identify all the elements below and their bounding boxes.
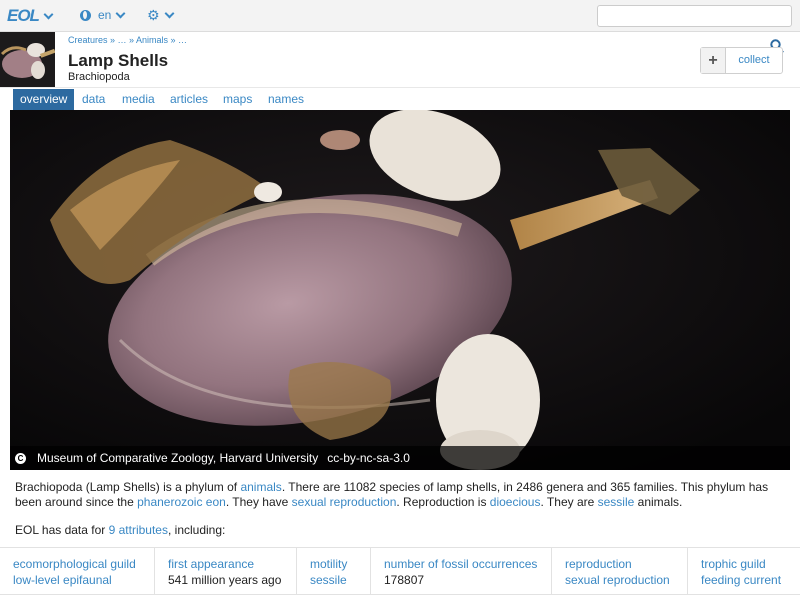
tab-bar: overview data media articles maps names [0,87,800,111]
link-phanerozoic-eon[interactable]: phanerozoic eon [137,495,226,509]
link-animals[interactable]: animals [240,480,281,494]
link-sessile[interactable]: sessile [598,495,635,509]
summary-text: . Reproduction is [396,495,490,509]
attribute-name[interactable]: reproduction [565,556,687,572]
settings-menu[interactable]: ⚙ [147,7,175,24]
attribute-value: 178807 [384,573,425,587]
tab-media[interactable]: media [115,89,162,111]
summary-text: . They are [540,495,598,509]
attribute-name[interactable]: number of fossil occurrences [384,556,551,572]
tab-data[interactable]: data [75,89,112,111]
tab-maps[interactable]: maps [216,89,259,111]
attribute-name[interactable]: first appearance [168,556,296,572]
chevron-down-icon [115,8,126,18]
hero-image[interactable]: C Museum of Comparative Zoology, Harvard… [10,110,790,470]
attribute-value[interactable]: feeding current [701,572,800,588]
tab-overview[interactable]: overview [13,89,75,111]
page-title: Lamp Shells [68,51,169,70]
image-caption: C Museum of Comparative Zoology, Harvard… [10,446,790,470]
data-count-suffix: , including: [167,523,226,537]
link-dioecious[interactable]: dioecious [490,495,541,509]
chevron-down-icon [43,9,54,19]
license-text[interactable]: cc-by-nc-sa-3.0 [327,446,410,470]
attribution-text: Museum of Comparative Zoology, Harvard U… [37,451,319,465]
taxon-thumbnail[interactable] [0,32,55,87]
collect-button[interactable]: + collect [700,47,783,74]
page-header: Creatures » … » Animals » … Lamp Shells … [0,32,800,87]
attribute-value[interactable]: low-level epifaunal [13,572,154,588]
summary-paragraph: Brachiopoda (Lamp Shells) is a phylum of… [15,480,790,510]
tab-articles[interactable]: articles [163,89,215,111]
attribute-strip: ecomorphological guild low-level epifaun… [0,547,800,595]
attribute-name[interactable]: motility [310,556,370,572]
attribute-card[interactable]: first appearance 541 million years ago [154,548,296,594]
attribute-card[interactable]: number of fossil occurrences 178807 [370,548,551,594]
summary-text: Brachiopoda (Lamp Shells) is a phylum of [15,480,241,494]
copyright-icon: C [15,452,26,464]
page-subtitle: Brachiopoda [68,71,130,83]
attribute-value[interactable]: sexual reproduction [565,572,687,588]
plus-icon: + [701,48,726,73]
chevron-down-icon [164,8,175,19]
attribute-value: 541 million years ago [168,573,282,587]
breadcrumb[interactable]: Creatures » … » Animals » … [68,35,187,45]
attribute-card[interactable]: ecomorphological guild low-level epifaun… [0,548,154,594]
attribute-value[interactable]: sessile [310,572,370,588]
globe-icon [80,9,91,21]
tab-names[interactable]: names [261,89,311,111]
data-count-line: EOL has data for 9 attributes, including… [15,523,225,537]
language-selector[interactable]: en [80,8,126,22]
lamp-shell-photo [10,110,790,470]
search-input[interactable] [597,5,792,27]
logo-text: EOL [7,6,40,25]
attributes-link[interactable]: 9 attributes [109,523,168,537]
attribute-name[interactable]: ecomorphological guild [13,556,154,572]
attribute-name[interactable]: trophic guild [701,556,800,572]
top-bar: EOL en ⚙ [0,0,800,32]
attribute-card[interactable]: motility sessile [296,548,370,594]
summary-text: animals. [634,495,683,509]
language-label: en [98,8,112,22]
gear-icon: ⚙ [147,7,160,23]
eol-logo[interactable]: EOL [7,6,54,26]
attribute-card[interactable]: reproduction sexual reproduction [551,548,687,594]
attribute-card[interactable]: trophic guild feeding current [687,548,800,594]
data-count-prefix: EOL has data for [15,523,109,537]
summary-text: . They have [225,495,292,509]
collect-label: collect [738,54,770,66]
link-sexual-reproduction[interactable]: sexual reproduction [292,495,397,509]
